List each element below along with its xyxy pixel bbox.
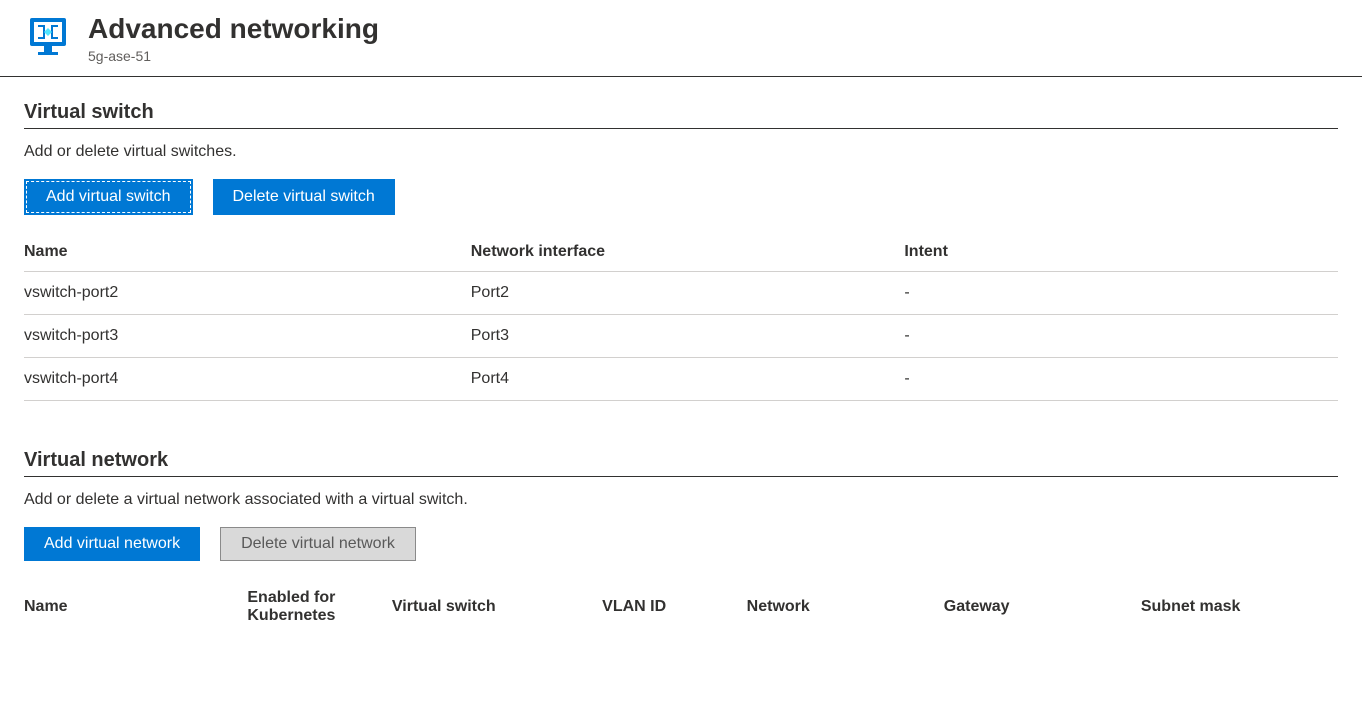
col-name[interactable]: Name	[24, 579, 247, 635]
table-header-row: Name Network interface Intent	[24, 233, 1338, 272]
networking-icon	[24, 12, 72, 60]
virtual-network-section: Virtual network Add or delete a virtual …	[24, 449, 1338, 635]
virtual-network-buttons: Add virtual network Delete virtual netwo…	[24, 527, 1338, 561]
col-network[interactable]: Network	[747, 579, 944, 635]
table-row[interactable]: vswitch-port4 Port4 -	[24, 357, 1338, 400]
col-virtual-switch[interactable]: Virtual switch	[392, 579, 602, 635]
col-gateway[interactable]: Gateway	[944, 579, 1141, 635]
cell-name: vswitch-port2	[24, 271, 471, 314]
virtual-network-table: Name Enabled for Kubernetes Virtual swit…	[24, 579, 1338, 635]
virtual-network-title: Virtual network	[24, 449, 1338, 477]
virtual-switch-section: Virtual switch Add or delete virtual swi…	[24, 101, 1338, 401]
cell-name: vswitch-port4	[24, 357, 471, 400]
col-enabled-kubernetes[interactable]: Enabled for Kubernetes	[247, 579, 392, 635]
delete-virtual-network-button: Delete virtual network	[220, 527, 416, 561]
cell-intent: -	[904, 357, 1338, 400]
col-vlan-id[interactable]: VLAN ID	[602, 579, 747, 635]
col-network-interface[interactable]: Network interface	[471, 233, 905, 272]
add-virtual-switch-button[interactable]: Add virtual switch	[24, 179, 193, 215]
virtual-network-description: Add or delete a virtual network associat…	[24, 491, 1338, 509]
virtual-switch-buttons: Add virtual switch Delete virtual switch	[24, 179, 1338, 215]
col-name[interactable]: Name	[24, 233, 471, 272]
cell-network-interface: Port4	[471, 357, 905, 400]
header-text-group: Advanced networking 5g-ase-51	[88, 12, 379, 64]
cell-name: vswitch-port3	[24, 314, 471, 357]
col-subnet-mask[interactable]: Subnet mask	[1141, 579, 1338, 635]
table-row[interactable]: vswitch-port3 Port3 -	[24, 314, 1338, 357]
virtual-switch-table: Name Network interface Intent vswitch-po…	[24, 233, 1338, 401]
delete-virtual-switch-button[interactable]: Delete virtual switch	[213, 179, 395, 215]
cell-intent: -	[904, 271, 1338, 314]
col-intent[interactable]: Intent	[904, 233, 1338, 272]
add-virtual-network-button[interactable]: Add virtual network	[24, 527, 200, 561]
page-title: Advanced networking	[88, 12, 379, 46]
virtual-switch-description: Add or delete virtual switches.	[24, 143, 1338, 161]
page-header: Advanced networking 5g-ase-51	[0, 0, 1362, 77]
table-row[interactable]: vswitch-port2 Port2 -	[24, 271, 1338, 314]
virtual-switch-title: Virtual switch	[24, 101, 1338, 129]
cell-network-interface: Port3	[471, 314, 905, 357]
cell-intent: -	[904, 314, 1338, 357]
content-area: Virtual switch Add or delete virtual swi…	[0, 77, 1362, 707]
page-subtitle: 5g-ase-51	[88, 48, 379, 64]
cell-network-interface: Port2	[471, 271, 905, 314]
table-header-row: Name Enabled for Kubernetes Virtual swit…	[24, 579, 1338, 635]
